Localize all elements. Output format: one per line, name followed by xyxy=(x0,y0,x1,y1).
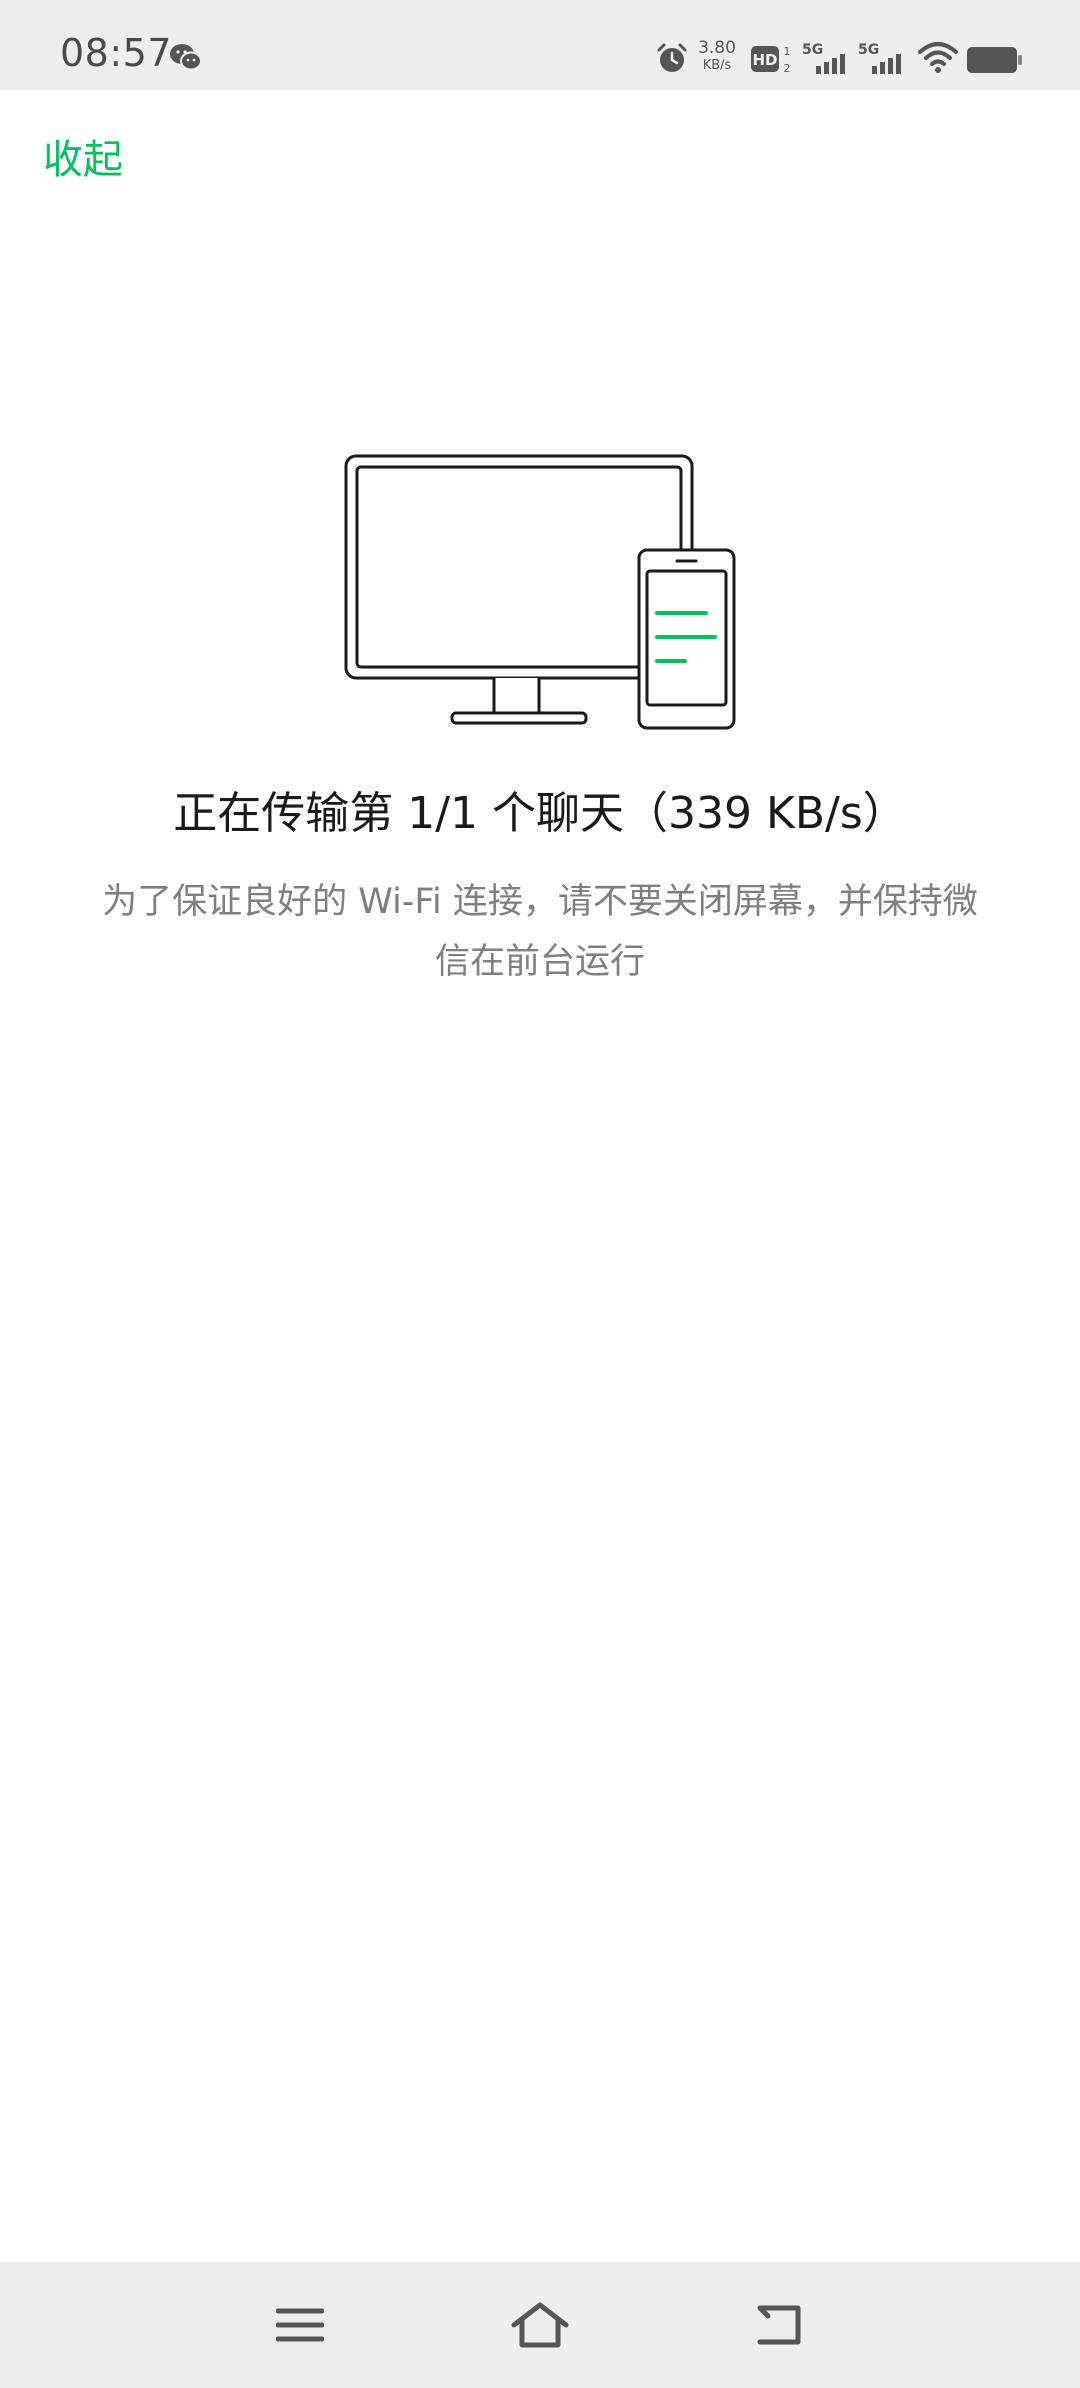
transfer-title: 正在传输第 1/1 个聊天（339 KB/s） xyxy=(173,788,907,839)
network-speed: 3.80 KB/s xyxy=(695,38,739,73)
5g-signal-icon: 5G xyxy=(802,42,845,74)
wifi-icon xyxy=(918,42,958,73)
network-speed-value: 3.80 xyxy=(698,38,736,58)
battery-icon xyxy=(967,47,1022,73)
svg-text:1: 1 xyxy=(784,45,791,58)
svg-text:2: 2 xyxy=(784,62,791,75)
transfer-illustration xyxy=(344,454,736,730)
svg-text:5G: 5G xyxy=(802,42,823,58)
5g-signal-icon: 5G xyxy=(858,42,901,74)
home-button[interactable] xyxy=(480,2262,600,2388)
wechat-icon xyxy=(170,44,202,71)
hd-icon: HD 1 2 xyxy=(751,45,791,75)
menu-button[interactable] xyxy=(240,2262,360,2388)
collapse-button[interactable]: 收起 xyxy=(43,138,123,182)
back-button[interactable] xyxy=(720,2262,840,2388)
status-bar: 08:57 3.80 KB/s HD 1 2 5G 5G xyxy=(0,0,1080,90)
back-icon xyxy=(757,2305,801,2345)
network-speed-unit: KB/s xyxy=(702,58,732,73)
alarm-icon xyxy=(657,43,687,72)
svg-text:5G: 5G xyxy=(858,42,879,58)
svg-text:HD: HD xyxy=(752,51,777,69)
transfer-subtitle: 为了保证良好的 Wi-Fi 连接，请不要关闭屏幕，并保持微信在前台运行 xyxy=(102,882,978,982)
menu-icon xyxy=(276,2308,324,2342)
home-icon xyxy=(511,2302,569,2348)
navigation-bar xyxy=(0,2262,1080,2388)
status-time: 08:57 xyxy=(60,31,173,75)
